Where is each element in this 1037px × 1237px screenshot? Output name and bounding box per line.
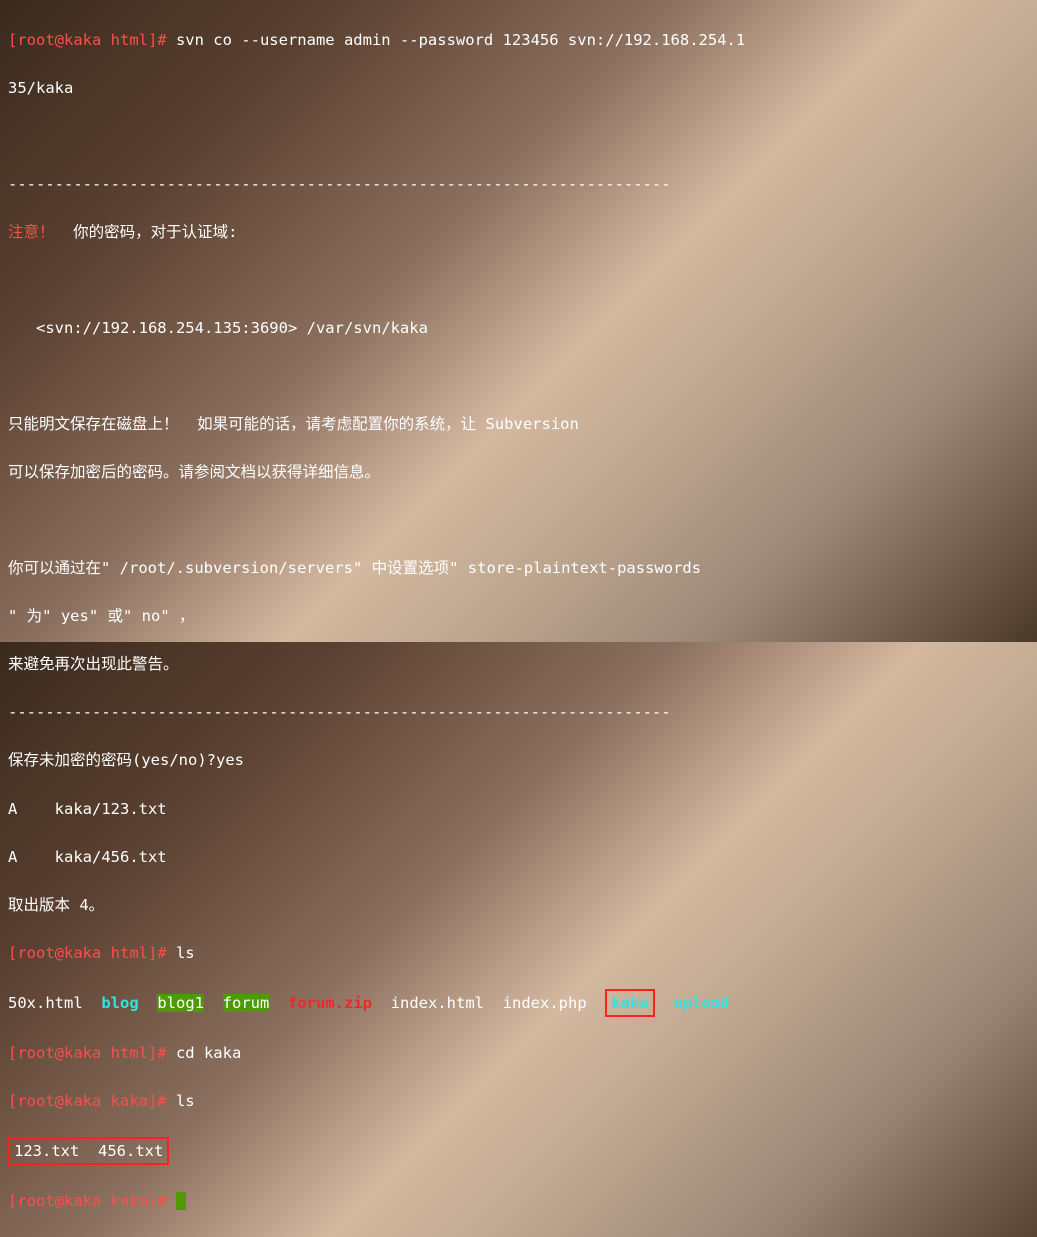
highlight-kaka-dir: kaka <box>605 989 654 1017</box>
file-index-php: index.php <box>503 994 587 1012</box>
save-password-prompt[interactable]: 保存未加密的密码(yes/no)?yes <box>8 748 1029 772</box>
warning-5: 来避免再次出现此警告。 <box>8 652 1029 676</box>
dir-kaka: kaka <box>611 994 648 1012</box>
highlight-files: 123.txt 456.txt <box>8 1137 169 1165</box>
dir-blog1: blog1 <box>157 994 204 1012</box>
prompt: [root@kaka html]# <box>8 31 167 49</box>
file-50x: 50x.html <box>8 994 83 1012</box>
file-forum-zip: forum.zip <box>288 994 372 1012</box>
warning-2: 可以保存加密后的密码。请参阅文档以获得详细信息。 <box>8 460 1029 484</box>
svn-realm: <svn://192.168.254.135:3690> /var/svn/ka… <box>8 316 1029 340</box>
attention-label: 注意！ <box>8 223 55 241</box>
checkout-revision: 取出版本 4。 <box>8 893 1029 917</box>
prompt: [root@kaka kaka]# <box>8 1192 167 1210</box>
warning-1: 只能明文保存在磁盘上！ 如果可能的话，请考虑配置你的系统，让 Subversio… <box>8 412 1029 436</box>
prompt: [root@kaka html]# <box>8 944 167 962</box>
cmd-cd-kaka: cd kaka <box>167 1044 242 1062</box>
dir-blog: blog <box>101 994 138 1012</box>
prompt: [root@kaka kaka]# <box>8 1092 167 1110</box>
ls-files-output: 123.txt 456.txt <box>14 1142 163 1160</box>
file-index-html: index.html <box>391 994 484 1012</box>
warning-4: " 为" yes" 或" no" ， <box>8 604 1029 628</box>
warning-3: 你可以通过在" /root/.subversion/servers" 中设置选项… <box>8 556 1029 580</box>
checkout-file-2: A kaka/456.txt <box>8 845 1029 869</box>
cmd-svn-co-cont: 35/kaka <box>8 76 1029 100</box>
ls-output: 50x.html blog blog1 forum forum.zip inde… <box>8 989 1029 1017</box>
checkout-file-1: A kaka/123.txt <box>8 797 1029 821</box>
dir-upload: upload <box>673 994 729 1012</box>
dash-line-2: ----------------------------------------… <box>8 700 1029 724</box>
terminal-output: [root@kaka html]# svn co --username admi… <box>8 4 1029 1237</box>
dir-forum: forum <box>223 994 270 1012</box>
prompt: [root@kaka html]# <box>8 1044 167 1062</box>
cmd-ls: ls <box>167 944 195 962</box>
cursor[interactable] <box>176 1192 186 1210</box>
dash-line: ----------------------------------------… <box>8 172 1029 196</box>
cmd-ls-2: ls <box>167 1092 195 1110</box>
cmd-svn-co: svn co --username admin --password 12345… <box>167 31 746 49</box>
attention-text: 你的密码，对于认证域: <box>55 223 238 241</box>
